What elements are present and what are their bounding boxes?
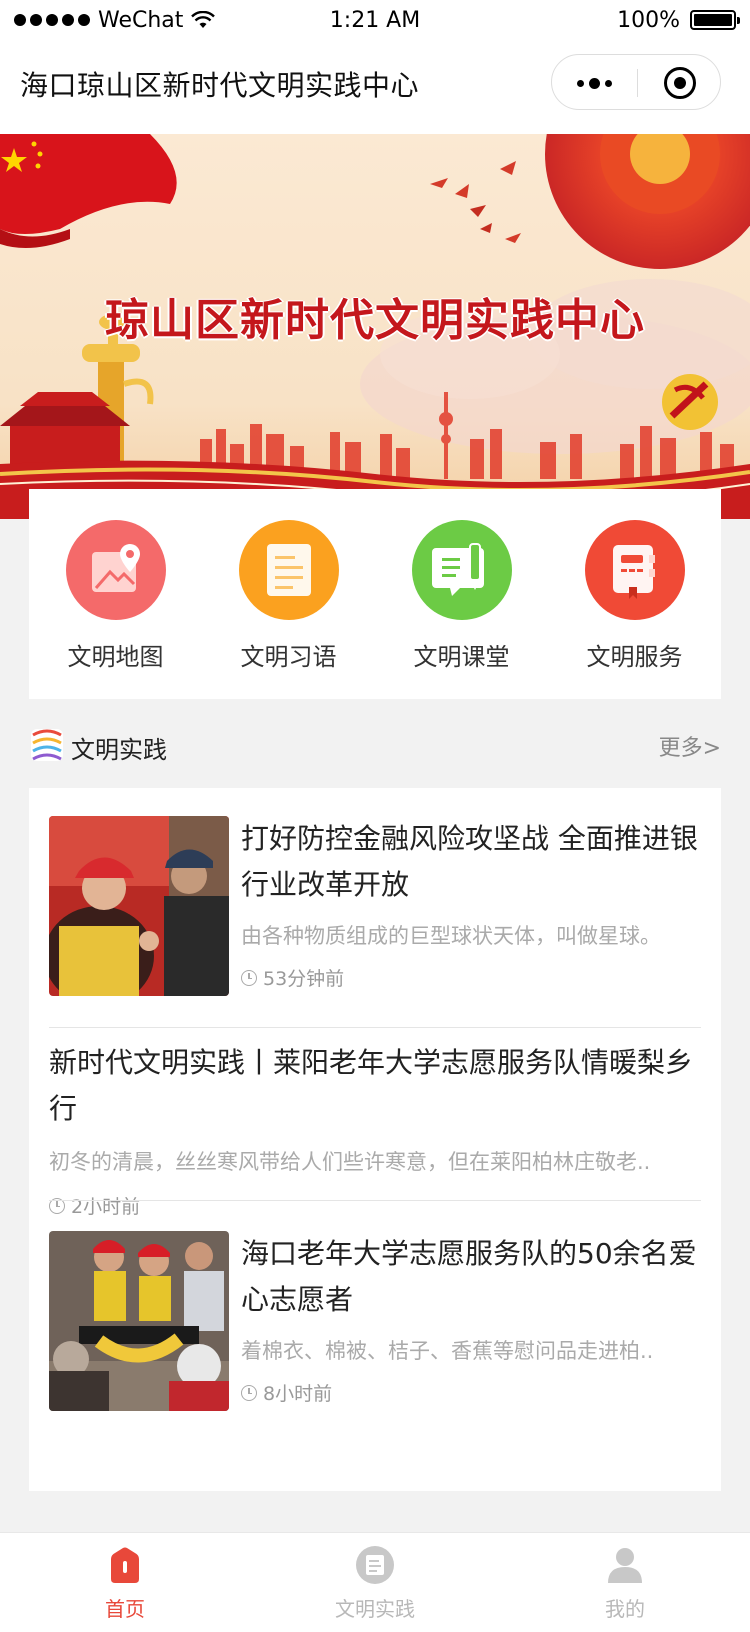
news-list: 打好防控金融风险攻坚战 全面推进银行业改革开放 由各种物质组成的巨型球状天体，叫… <box>29 788 721 1491</box>
profile-icon <box>608 1548 642 1583</box>
news-time: 8小时前 <box>241 1379 701 1406</box>
home-icon <box>111 1547 139 1583</box>
news-thumbnail <box>49 816 229 996</box>
tab-profile[interactable]: 我的 <box>500 1533 750 1632</box>
news-time-label: 2小时前 <box>71 1196 141 1218</box>
menu-item-classroom[interactable]: 文明课堂 <box>375 489 548 699</box>
news-item[interactable]: 海口老年大学志愿服务队的50余名爱心志愿者 着棉衣、棉被、桔子、香蕉等慰问品走进… <box>49 1231 701 1411</box>
status-bar: WeChat 1:21 AM 100% <box>0 0 750 40</box>
close-ring-icon[interactable] <box>637 55 722 111</box>
section-logo-icon <box>31 729 63 761</box>
news-item[interactable]: 新时代文明实践丨莱阳老年大学志愿服务队情暖梨乡行 初冬的清晨，丝丝寒风带给人们些… <box>49 1040 701 1220</box>
news-thumbnail <box>49 1231 229 1411</box>
tab-label-practice: 文明实践 <box>335 1597 415 1621</box>
news-time: 53分钟前 <box>241 964 701 991</box>
tab-bar: 首页 文明实践 我的 <box>0 1532 750 1632</box>
nav-bar: 海口琼山区新时代文明实践中心 <box>0 40 750 134</box>
news-time: 2小时前 <box>49 1192 701 1219</box>
signal-icon <box>14 14 90 26</box>
service-icon <box>584 520 685 620</box>
menu-label-classroom: 文明课堂 <box>413 643 510 671</box>
quick-menu: 文明地图 文明习语 文明课堂 文明服务 <box>29 489 721 699</box>
banner-title: 琼山区新时代文明实践中心 <box>105 295 645 346</box>
more-dots-icon[interactable] <box>552 55 637 111</box>
status-left: WeChat <box>14 7 216 33</box>
clock-icon <box>241 1384 257 1401</box>
carrier-label: WeChat <box>98 7 184 33</box>
menu-item-map[interactable]: 文明地图 <box>29 489 202 699</box>
menu-item-sayings[interactable]: 文明习语 <box>202 489 375 699</box>
wifi-icon <box>191 11 216 28</box>
menu-label-map: 文明地图 <box>67 643 164 671</box>
news-desc: 初冬的清晨，丝丝寒风带给人们些许寒意，但在莱阳柏林庄敬老.. <box>49 1150 651 1174</box>
tab-label-home: 首页 <box>105 1597 145 1621</box>
divider <box>49 1027 701 1028</box>
mini-program-capsule <box>551 54 721 110</box>
tab-practice[interactable]: 文明实践 <box>250 1533 500 1632</box>
battery-fill <box>694 14 732 26</box>
news-time-label: 53分钟前 <box>263 968 345 990</box>
menu-label-sayings: 文明习语 <box>240 643 337 671</box>
menu-item-service[interactable]: 文明服务 <box>548 489 721 699</box>
menu-label-service: 文明服务 <box>586 643 683 671</box>
news-title: 打好防控金融风险攻坚战 全面推进银行业改革开放 <box>241 822 698 901</box>
news-title: 新时代文明实践丨莱阳老年大学志愿服务队情暖梨乡行 <box>49 1046 694 1125</box>
battery-icon <box>690 10 740 30</box>
section-title: 文明实践 <box>71 736 167 764</box>
classroom-icon <box>411 520 512 620</box>
status-right: 100% <box>617 7 740 33</box>
tab-home[interactable]: 首页 <box>0 1533 250 1632</box>
news-desc: 着棉衣、棉被、桔子、香蕉等慰问品走进柏.. <box>241 1339 654 1363</box>
clock-icon <box>241 969 257 986</box>
news-desc: 由各种物质组成的巨型球状天体，叫做星球。 <box>241 924 661 948</box>
banner[interactable]: 琼山区新时代文明实践中心 <box>0 134 750 519</box>
news-title: 海口老年大学志愿服务队的50余名爱心志愿者 <box>241 1237 697 1316</box>
section-header: 文明实践 更多> <box>29 725 721 765</box>
document-icon <box>238 520 339 620</box>
tab-label-profile: 我的 <box>605 1597 645 1621</box>
map-icon <box>65 520 166 620</box>
more-link[interactable]: 更多> <box>659 730 721 762</box>
divider <box>49 1200 701 1201</box>
news-time-label: 8小时前 <box>263 1383 333 1405</box>
practice-icon <box>356 1546 394 1584</box>
battery-percent: 100% <box>617 7 680 33</box>
page-title: 海口琼山区新时代文明实践中心 <box>20 69 420 102</box>
news-item[interactable]: 打好防控金融风险攻坚战 全面推进银行业改革开放 由各种物质组成的巨型球状天体，叫… <box>49 816 701 996</box>
